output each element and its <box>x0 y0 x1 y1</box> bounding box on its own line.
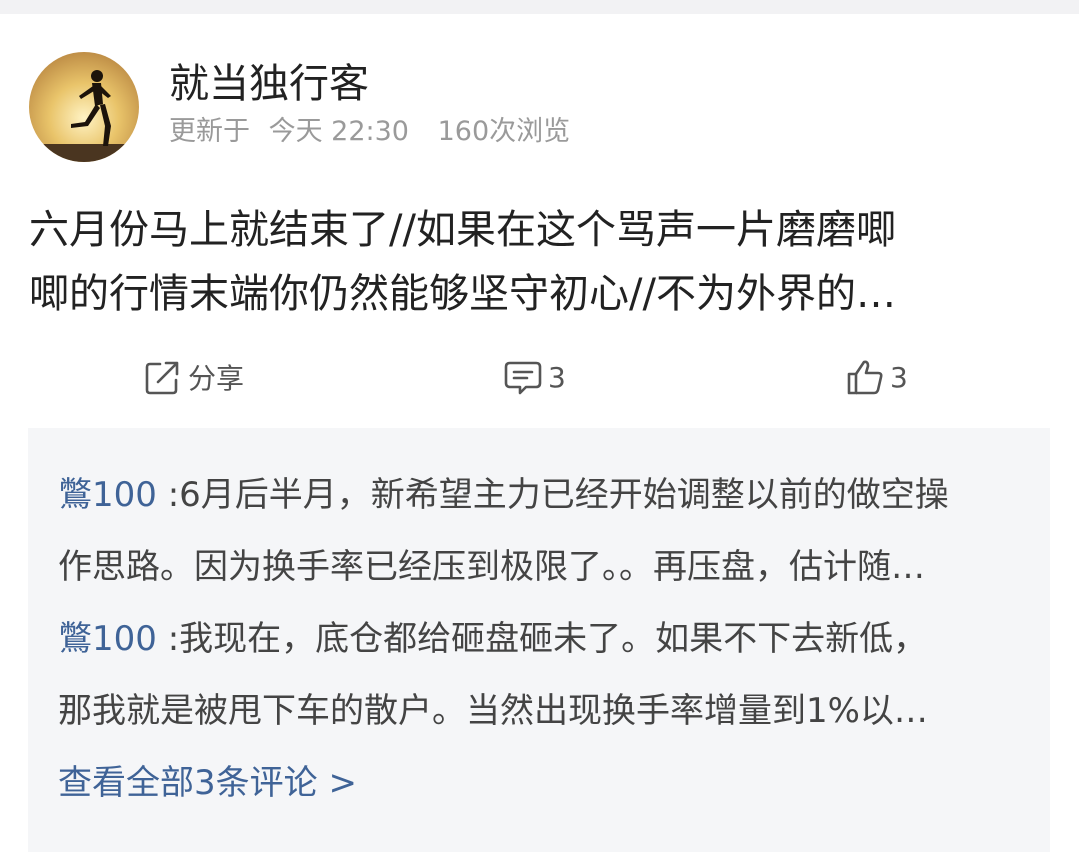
comment-separator: : <box>156 475 180 515</box>
comment-count: 3 <box>548 360 566 394</box>
share-button[interactable]: 分享 <box>143 350 244 404</box>
avatar[interactable] <box>29 52 139 162</box>
like-button[interactable]: 3 <box>845 350 908 404</box>
comment-icon <box>504 361 542 395</box>
post-body[interactable]: 六月份马上就结束了//如果在这个骂声一片磨磨唧 唧的行情末端你仍然能够坚守初心/… <box>29 198 1054 326</box>
comment-text-continued[interactable]: 那我就是被甩下车的散户。当然出现换手率增量到1%以… <box>58 686 928 736</box>
action-bar: 分享 3 3 <box>0 350 1079 404</box>
post-meta: 更新于 今天 22:30 160次浏览 <box>169 116 570 148</box>
comment-item[interactable]: 鷩100 :我现在，底仓都给砸盘砸未了。如果不下去新低， <box>58 614 927 664</box>
author-name[interactable]: 就当独行客 <box>169 60 369 108</box>
comment-button[interactable]: 3 <box>503 350 566 404</box>
comment-text: 我现在，底仓都给砸盘砸未了。如果不下去新低， <box>179 619 928 659</box>
avatar-runner-silhouette <box>29 52 139 162</box>
comment-text-continued[interactable]: 作思路。因为换手率已经压到极限了。。再压盘，估计随… <box>58 542 925 592</box>
comment-author[interactable]: 鷩100 <box>58 619 157 659</box>
view-all-comments-link[interactable]: 查看全部3条评论 > <box>58 758 357 808</box>
share-label: 分享 <box>188 362 245 395</box>
comment-item[interactable]: 鷩100 :6月后半月，新希望主力已经开始调整以前的做空操 <box>58 470 949 520</box>
top-bar <box>0 0 1079 14</box>
comment-separator: : <box>156 619 180 659</box>
comments-panel: 鷩100 :6月后半月，新希望主力已经开始调整以前的做空操 作思路。因为换手率已… <box>28 428 1050 852</box>
updated-prefix: 更新于 <box>169 116 250 147</box>
view-count: 160次浏览 <box>437 116 571 147</box>
comment-text: 6月后半月，新希望主力已经开始调整以前的做空操 <box>179 475 949 515</box>
share-icon <box>145 361 179 395</box>
post-text-line: 六月份马上就结束了//如果在这个骂声一片磨磨唧 <box>29 207 896 253</box>
updated-time: 今天 22:30 <box>268 116 409 147</box>
post-text-line: 唧的行情末端你仍然能够坚守初心//不为外界的… <box>29 271 896 317</box>
comment-author[interactable]: 鷩100 <box>58 475 157 515</box>
thumbs-up-icon <box>847 360 883 395</box>
like-count: 3 <box>890 360 908 394</box>
